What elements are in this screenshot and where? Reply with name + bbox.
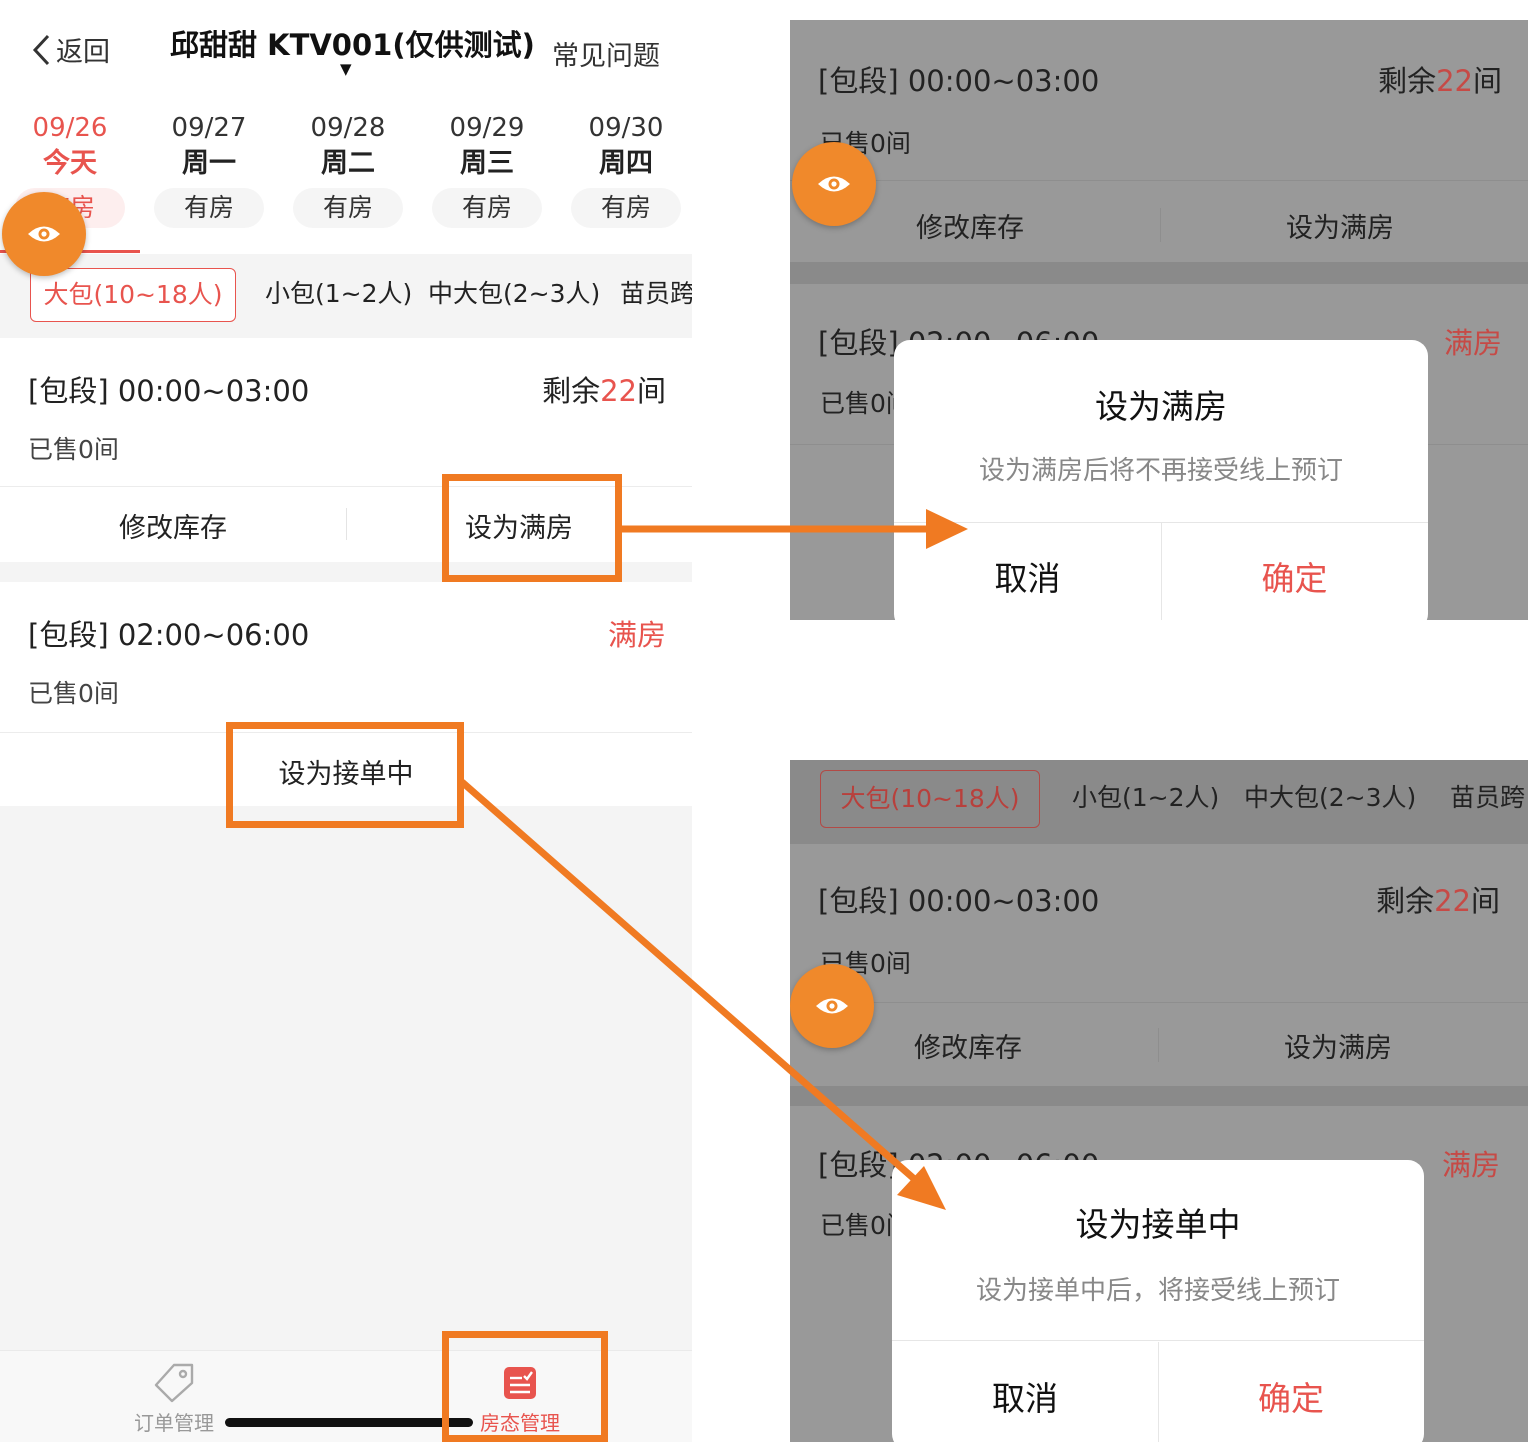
back-label: 返回 <box>56 37 110 68</box>
nav-bar: 返回 邱甜甜 KTV001(仅供测试) ▼ 常见问题 <box>0 0 692 100</box>
date-item-0930[interactable]: 09/30 周四 有房 <box>570 112 682 228</box>
remaining-rooms: 剩余22间 <box>1376 878 1500 920</box>
date-item-0927[interactable]: 09/27 周一 有房 <box>153 112 265 228</box>
date-label: 09/26 <box>32 113 108 143</box>
confirm-button[interactable]: 确定 <box>1161 552 1428 600</box>
dialog-preview-set-full: [包段] 00:00~03:00 剩余22间 已售0间 修改库存 设为满房 [包… <box>790 20 1528 620</box>
remaining-rooms: 剩余22间 <box>1378 58 1502 100</box>
confirm-button[interactable]: 确定 <box>1158 1372 1424 1420</box>
tag-icon <box>154 1363 194 1403</box>
home-indicator <box>225 1418 473 1427</box>
weekday-label: 今天 <box>43 148 97 179</box>
caret-down-icon[interactable]: ▼ <box>340 60 352 78</box>
eye-float-button[interactable] <box>790 964 874 1048</box>
highlight-set-accepting <box>226 722 464 828</box>
highlight-room-status-tab <box>442 1331 608 1442</box>
tab-small-room[interactable]: 小包(1~2人) <box>1072 770 1219 828</box>
remain-count: 22 <box>1434 884 1471 918</box>
availability-badge: 有房 <box>571 188 681 228</box>
store-title[interactable]: 邱甜甜 KTV001(仅供测试) <box>170 22 535 64</box>
edit-inventory-button[interactable]: 修改库存 <box>914 1026 1022 1065</box>
confirm-dialog: 设为满房 设为满房后将不再接受线上预订 取消 确定 <box>894 340 1428 620</box>
dialog-divider <box>892 1340 1424 1341</box>
eye-float-button[interactable] <box>792 142 876 226</box>
tab-medium-large-room[interactable]: 中大包(2~3人) <box>428 268 600 322</box>
weekday-label: 周三 <box>460 148 514 179</box>
tab-medium-large-room[interactable]: 中大包(2~3人) <box>1244 770 1416 828</box>
dialog-preview-set-accepting: 大包(10~18人) 小包(1~2人) 中大包(2~3人) 苗员跨 [包段] 0… <box>790 760 1528 1442</box>
full-status: 满房 <box>1441 1148 1500 1182</box>
tab-small-room[interactable]: 小包(1~2人) <box>265 268 412 322</box>
remain-count: 22 <box>600 374 637 408</box>
date-label: 09/29 <box>449 113 525 143</box>
date-item-0929[interactable]: 09/29 周三 有房 <box>431 112 543 228</box>
date-label: 09/30 <box>588 113 664 143</box>
back-button[interactable]: 返回 <box>30 30 110 69</box>
eye-icon <box>816 998 848 1014</box>
sold-count: 已售0间 <box>28 435 119 464</box>
weekday-label: 周四 <box>599 148 653 179</box>
faq-link[interactable]: 常见问题 <box>552 34 660 73</box>
segment-time: [包段] 00:00~03:00 <box>818 64 1100 98</box>
action-divider <box>1158 1028 1159 1062</box>
room-status-screen: 返回 邱甜甜 KTV001(仅供测试) ▼ 常见问题 09/26 今天 有房 0… <box>0 0 692 1442</box>
chevron-left-icon <box>32 34 50 65</box>
divider <box>790 180 1528 181</box>
edit-inventory-button[interactable]: 修改库存 <box>0 506 346 545</box>
dialog-title: 设为接单中 <box>1075 1205 1241 1244</box>
remain-prefix: 剩余 <box>542 374 601 408</box>
availability-badge: 有房 <box>293 188 403 228</box>
remain-suffix: 间 <box>1472 64 1502 98</box>
dialog-message: 设为接单中后，将接受线上预订 <box>975 1276 1340 1306</box>
set-full-button[interactable]: 设为满房 <box>1286 206 1394 245</box>
eye-icon <box>28 226 60 242</box>
full-status: 满房 <box>607 618 666 652</box>
remain-suffix: 间 <box>636 374 666 408</box>
eye-float-button[interactable] <box>2 192 86 276</box>
room-type-tabs: 大包(10~18人) 小包(1~2人) 中大包(2~3人) 苗员跨 <box>0 254 692 336</box>
sold-count: 已售0间 <box>820 1211 896 1240</box>
weekday-label: 周二 <box>321 148 375 179</box>
edit-inventory-button[interactable]: 修改库存 <box>916 206 1024 245</box>
segment-time: [包段] 00:00~03:00 <box>28 374 310 408</box>
segment-time: [包段] 00:00~03:00 <box>818 884 1100 918</box>
highlight-set-full <box>442 474 622 582</box>
tab-miao-room[interactable]: 苗员跨 <box>1450 770 1525 828</box>
eye-icon <box>818 176 850 192</box>
weekday-label: 周一 <box>182 148 236 179</box>
segment-time: [包段] 02:00~06:00 <box>28 618 310 652</box>
dialog-title: 设为满房 <box>1095 387 1227 426</box>
tab-large-room[interactable]: 大包(10~18人) <box>820 770 1040 828</box>
action-divider <box>1160 208 1161 242</box>
cancel-button[interactable]: 取消 <box>894 552 1161 600</box>
dialog-message: 设为满房后将不再接受线上预订 <box>978 456 1343 486</box>
sold-count: 已售0间 <box>820 389 900 418</box>
remain-prefix: 剩余 <box>1378 64 1437 98</box>
full-status: 满房 <box>1443 326 1502 360</box>
availability-badge: 有房 <box>432 188 542 228</box>
cancel-button[interactable]: 取消 <box>892 1372 1158 1420</box>
sold-count: 已售0间 <box>28 679 119 708</box>
set-full-button[interactable]: 设为满房 <box>1284 1026 1392 1065</box>
date-selector: 09/26 今天 有房 09/27 周一 有房 09/28 周二 有房 09/2… <box>0 100 692 254</box>
remain-suffix: 间 <box>1470 884 1500 918</box>
divider <box>790 1002 1528 1003</box>
date-label: 09/27 <box>171 113 247 143</box>
date-label: 09/28 <box>310 113 386 143</box>
availability-badge: 有房 <box>154 188 264 228</box>
tab-miao-room[interactable]: 苗员跨 <box>620 268 692 322</box>
remaining-rooms: 剩余22间 <box>542 368 666 410</box>
remain-prefix: 剩余 <box>1376 884 1435 918</box>
date-item-0928[interactable]: 09/28 周二 有房 <box>292 112 404 228</box>
remain-count: 22 <box>1436 64 1473 98</box>
confirm-dialog: 设为接单中 设为接单中后，将接受线上预订 取消 确定 <box>892 1160 1424 1442</box>
tab-large-room[interactable]: 大包(10~18人) <box>30 268 236 322</box>
